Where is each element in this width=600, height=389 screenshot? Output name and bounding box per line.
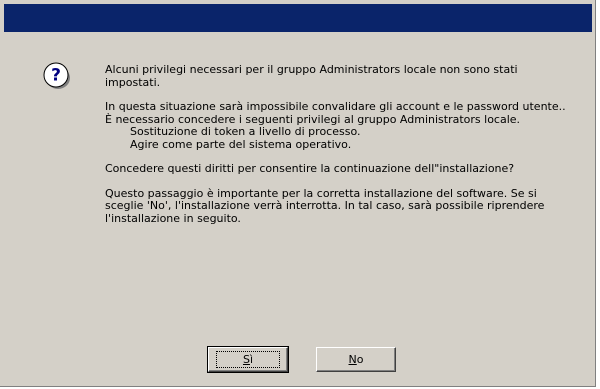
yes-button-label: Sì	[215, 351, 281, 368]
message-paragraph: Questo passaggio è importante per la cor…	[105, 186, 545, 225]
no-label-rest: o	[356, 353, 364, 366]
yes-button[interactable]: Sì	[207, 346, 289, 373]
yes-accelerator: S	[242, 353, 250, 366]
privilege-item: Agire come parte del sistema operativo.	[130, 137, 352, 151]
no-button-label: No	[349, 353, 364, 366]
message-paragraph: Concedere questi diritti per consentire …	[105, 162, 515, 175]
no-accelerator: N	[348, 353, 357, 366]
no-button[interactable]: No	[316, 347, 396, 372]
message-paragraph: In questa situazione sarà impossibile co…	[105, 100, 566, 113]
question-icon: ?	[43, 62, 71, 90]
svg-text:?: ?	[51, 66, 61, 86]
dialog-window: ? Alcuni privilegi necessari per il grup…	[0, 0, 596, 387]
message-text: Alcuni privilegi necessari per il gruppo…	[105, 63, 575, 225]
title-bar[interactable]	[4, 4, 592, 32]
yes-label-rest: ì	[249, 353, 254, 366]
privilege-item: Sostituzione di token a livello di proce…	[130, 125, 361, 138]
message-paragraph: Alcuni privilegi necessari per il gruppo…	[105, 63, 518, 89]
